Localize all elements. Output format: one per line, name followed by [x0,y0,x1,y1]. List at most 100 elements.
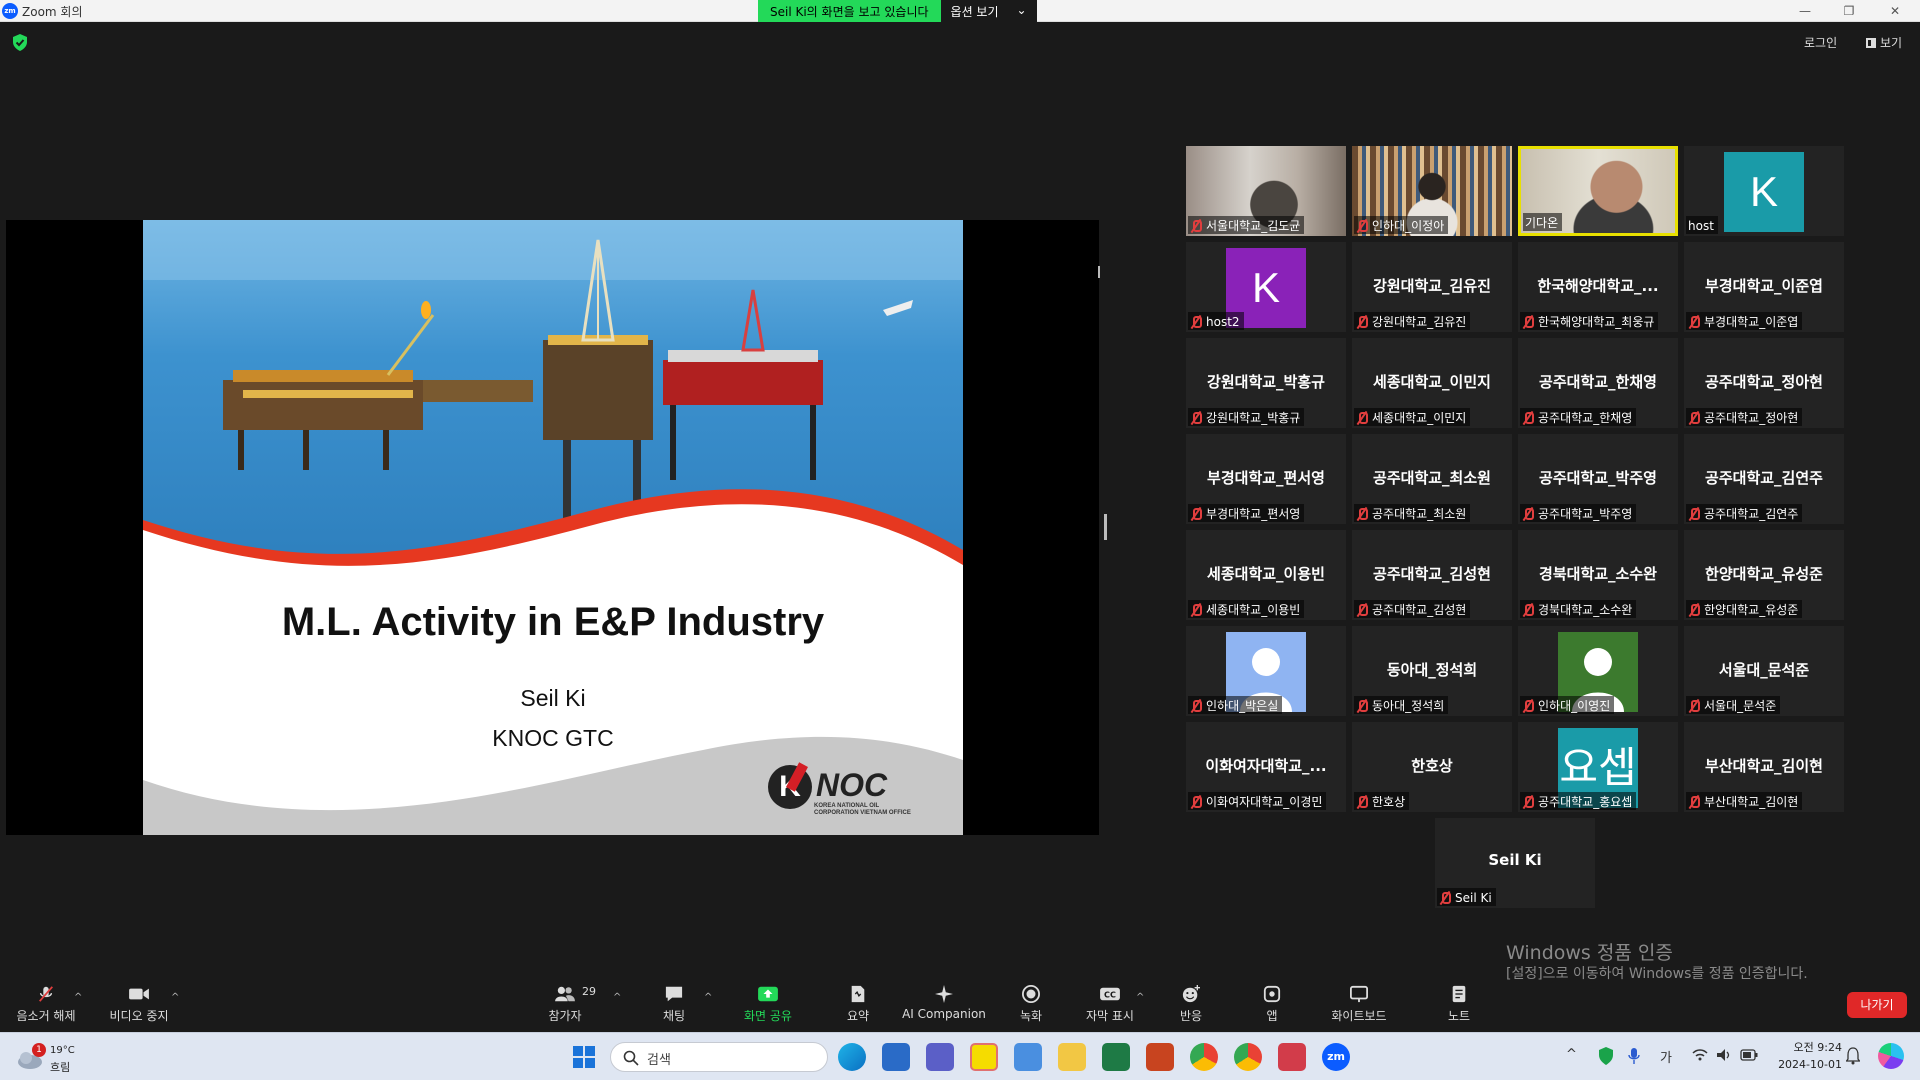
notes-button[interactable]: 노트 [1444,975,1474,1030]
participant-tile[interactable]: 강원대학교_김유진 강원대학교_김유진 [1352,242,1512,332]
record-button[interactable]: 녹화 [1014,975,1048,1030]
participants-icon [555,986,575,1002]
participants-button[interactable]: 참가자 [540,975,590,1030]
participant-name: 동아대_정석희 [1372,699,1445,713]
kakaotalk-icon[interactable] [970,1043,998,1071]
video-options-caret[interactable]: ^ [171,992,179,1003]
participant-name: 서울대_문석준 [1704,699,1777,713]
microphone-icon[interactable] [1628,1047,1640,1065]
security-shield-icon[interactable] [1598,1047,1614,1065]
volume-icon[interactable] [1716,1048,1732,1062]
ime-indicator[interactable]: 가 [1660,1047,1672,1066]
participant-tile[interactable]: 인하대_이영진 [1518,626,1678,716]
participant-name: 한양대학교_유성준 [1704,603,1799,617]
participant-tile[interactable]: 한국해양대학교_... 한국해양대학교_최웅규 [1518,242,1678,332]
participant-tile[interactable]: 한양대학교_유성준 한양대학교_유성준 [1684,530,1844,620]
participant-tile[interactable]: 부산대학교_김이현 부산대학교_김이현 [1684,722,1844,812]
audio-options-caret[interactable]: ^ [74,992,82,1003]
participant-tile[interactable]: 공주대학교_정아현 공주대학교_정아현 [1684,338,1844,428]
show-hidden-icons-button[interactable]: ^ [1566,1047,1577,1062]
wifi-icon[interactable] [1692,1048,1708,1062]
participant-tile[interactable]: 공주대학교_김성현 공주대학교_김성현 [1352,530,1512,620]
participant-tile[interactable]: Khost [1684,146,1844,236]
participant-name: 한호상 [1372,795,1406,809]
participant-tile[interactable]: 한호상 한호상 [1352,722,1512,812]
battery-icon[interactable] [1740,1049,1758,1061]
share-screen-button[interactable]: 화면 공유 [738,975,798,1030]
chat-button[interactable]: 채팅 [654,975,694,1030]
teams-icon[interactable] [926,1043,954,1071]
captions-options-caret[interactable]: ^ [1136,992,1144,1003]
excel-icon[interactable] [1102,1043,1130,1071]
summary-button[interactable]: 요약 [838,975,878,1030]
taskbar-search[interactable]: 검색 [610,1042,828,1072]
participant-name: 부경대학교_이준엽 [1704,315,1799,329]
participant-display-name: 공주대학교_정아현 [1705,373,1823,391]
weather-widget[interactable]: 1 19°C 흐림 [14,1041,84,1075]
participant-tile[interactable]: 경북대학교_소수완 경북대학교_소수완 [1518,530,1678,620]
participant-tile[interactable]: 부경대학교_편서영 부경대학교_편서영 [1186,434,1346,524]
minimize-button[interactable]: — [1790,1,1820,21]
participant-tile[interactable]: 서울대_문석준 서울대_문석준 [1684,626,1844,716]
participant-name-tag: 인하대_이정아 [1354,216,1449,234]
participant-tile[interactable]: 강원대학교_박홍규 강원대학교_박홍규 [1186,338,1346,428]
calendar-app-icon[interactable] [1278,1043,1306,1071]
encryption-shield-icon[interactable] [12,34,28,51]
taskbar-clock[interactable]: 오전 9:24 2024-10-01 [1772,1039,1842,1073]
apps-button[interactable]: 앱 [1260,975,1284,1030]
login-button[interactable]: 로그인 [1804,34,1837,51]
participant-display-name: 강원대학교_김유진 [1373,277,1491,295]
participant-tile[interactable]: 공주대학교_한채영 공주대학교_한채영 [1518,338,1678,428]
participant-tile[interactable]: Seil Ki Seil Ki [1435,818,1595,908]
unmute-button[interactable]: 음소거 해제 [8,975,84,1030]
participants-options-caret[interactable]: ^ [613,992,621,1003]
weather-temperature: 19°C [50,1045,75,1056]
chrome-profile-icon[interactable] [1234,1043,1262,1071]
participant-tile[interactable]: 부경대학교_이준엽 부경대학교_이준엽 [1684,242,1844,332]
files-app-icon[interactable] [882,1043,910,1071]
grid-view-icon [1866,37,1876,48]
chat-options-caret[interactable]: ^ [704,992,712,1003]
powerpoint-icon[interactable] [1146,1043,1174,1071]
whiteboard-button[interactable]: 화이트보드 [1326,975,1392,1030]
participant-tile[interactable]: Khost2 [1186,242,1346,332]
captions-button[interactable]: CC 자막 표시 [1080,975,1140,1030]
participant-tile[interactable]: 공주대학교_박주영 공주대학교_박주영 [1518,434,1678,524]
edge-browser-icon[interactable] [838,1043,866,1071]
participant-tile[interactable]: 동아대_정석희 동아대_정석희 [1352,626,1512,716]
view-options-button[interactable]: 옵션 보기 ⌄ [940,0,1037,22]
panel-resize-handle[interactable] [1104,514,1107,540]
zoom-taskbar-icon[interactable]: zm [1322,1043,1350,1071]
participant-tile[interactable]: 공주대학교_최소원 공주대학교_최소원 [1352,434,1512,524]
file-explorer-icon[interactable] [1058,1043,1086,1071]
copilot-icon[interactable] [1878,1043,1904,1069]
close-button[interactable]: ✕ [1880,1,1910,21]
participant-tile[interactable]: 인하대_이정아 [1352,146,1512,236]
notification-bell-icon[interactable] [1846,1047,1860,1065]
participant-tile[interactable]: 세종대학교_이용빈 세종대학교_이용빈 [1186,530,1346,620]
participant-tile[interactable]: 요셉 공주대학교_홍요셉 [1518,722,1678,812]
participant-name-tag: 공주대학교_박주영 [1520,504,1637,522]
participant-name-tag: 세종대학교_이용빈 [1188,600,1305,618]
chrome-icon[interactable] [1190,1043,1218,1071]
snipping-tool-icon[interactable] [1014,1043,1042,1071]
windows-start-icon[interactable] [570,1043,598,1071]
participant-tile[interactable]: 공주대학교_김연주 공주대학교_김연주 [1684,434,1844,524]
participant-tile[interactable]: 기다온 [1518,146,1678,236]
stop-video-button[interactable]: 비디오 중지 [104,975,174,1030]
reactions-button[interactable]: 반응 [1174,975,1208,1030]
participant-name: 서울대학교_김도균 [1206,219,1301,233]
ai-companion-button[interactable]: AI Companion [900,975,988,1030]
participant-display-name: 공주대학교_박주영 [1539,469,1657,487]
restore-button[interactable]: ❐ [1834,1,1864,21]
participant-tile[interactable]: 이화여자대학교_... 이화여자대학교_이경민 [1186,722,1346,812]
participant-name-tag: 공주대학교_정아현 [1686,408,1803,426]
participant-name-tag: host [1686,216,1718,234]
participant-tile[interactable]: 서울대학교_김도균 [1186,146,1346,236]
view-button[interactable]: 보기 [1866,34,1902,51]
svg-text:CC: CC [1104,990,1116,1000]
participant-name-tag: 공주대학교_김연주 [1686,504,1803,522]
participant-tile[interactable]: 인하대_박은실 [1186,626,1346,716]
participant-tile[interactable]: 세종대학교_이민지 세종대학교_이민지 [1352,338,1512,428]
leave-meeting-button[interactable]: 나가기 [1847,992,1907,1018]
